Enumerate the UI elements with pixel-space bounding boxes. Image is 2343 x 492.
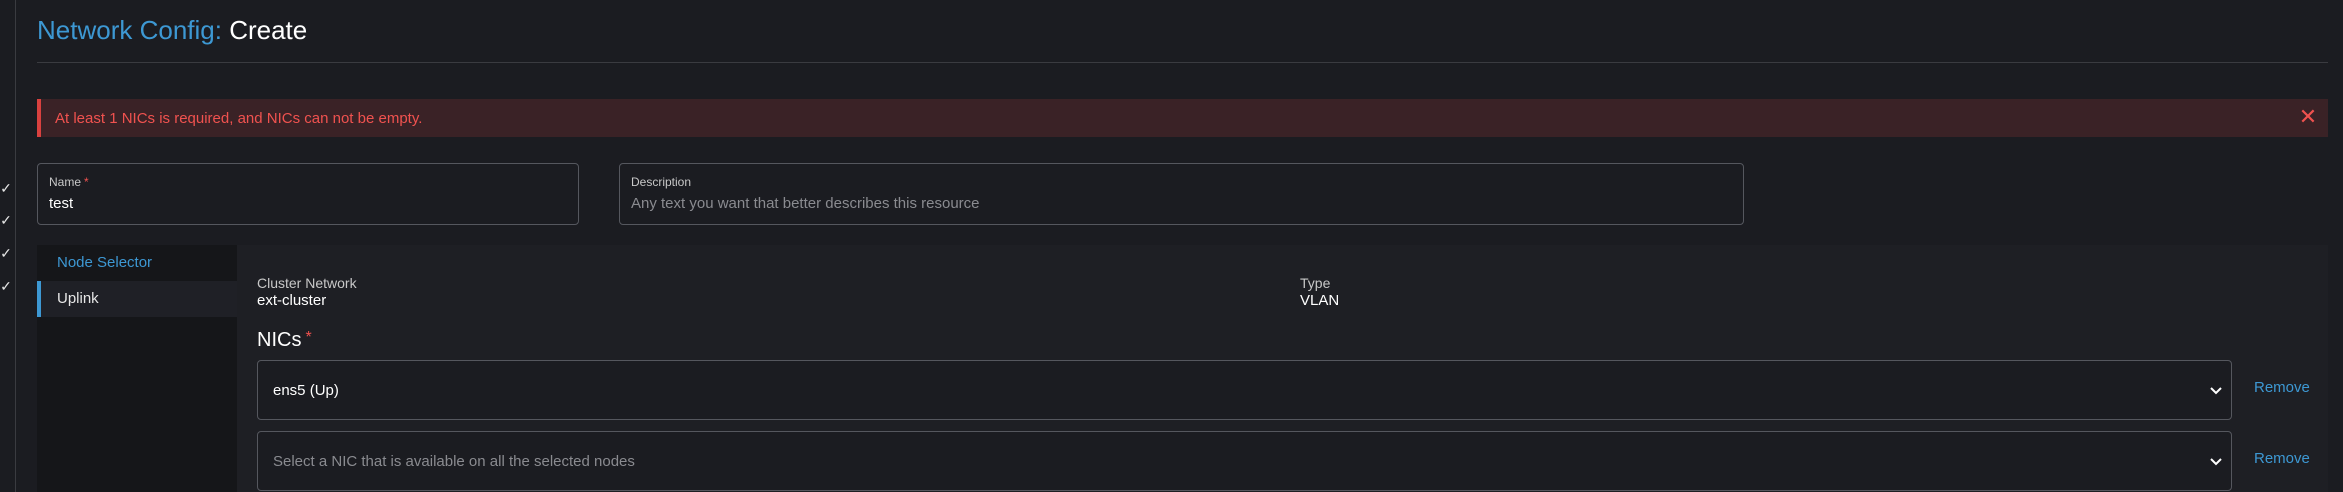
title-divider bbox=[37, 62, 2328, 63]
type-label: Type bbox=[1300, 275, 1331, 291]
type-value: VLAN bbox=[1300, 292, 1340, 309]
name-field[interactable]: Name * test bbox=[37, 163, 579, 225]
page-title: Network Config: Create bbox=[37, 14, 307, 46]
name-input-value[interactable]: test bbox=[49, 195, 73, 212]
checkmark-icon: ✓ bbox=[0, 212, 12, 228]
chevron-down-icon bbox=[2210, 458, 2222, 466]
close-icon[interactable]: ✕ bbox=[2296, 105, 2320, 129]
tab-node-selector[interactable]: Node Selector bbox=[37, 245, 237, 281]
side-nav-rail: ✓ ✓ ✓ ✓ bbox=[0, 0, 16, 492]
checkmark-icon: ✓ bbox=[0, 278, 12, 294]
checkmark-icon: ✓ bbox=[0, 245, 12, 261]
cluster-network-value: ext-cluster bbox=[257, 292, 327, 309]
tab-uplink[interactable]: Uplink bbox=[37, 281, 237, 317]
nic-select-value: ens5 (Up) bbox=[273, 382, 339, 399]
nic-select[interactable]: Select a NIC that is available on all th… bbox=[257, 431, 2232, 491]
nics-heading: NICs * bbox=[257, 329, 312, 351]
page-title-action: Create bbox=[229, 15, 308, 45]
error-banner: At least 1 NICs is required, and NICs ca… bbox=[37, 99, 2328, 137]
checkmark-icon: ✓ bbox=[0, 180, 12, 196]
description-input[interactable]: Any text you want that better describes … bbox=[631, 195, 980, 212]
description-field-label: Description bbox=[631, 175, 692, 189]
page-title-resource: Network Config: bbox=[37, 15, 222, 45]
cluster-network-label: Cluster Network bbox=[257, 275, 357, 291]
required-asterisk: * bbox=[305, 329, 312, 346]
required-asterisk: * bbox=[84, 175, 89, 189]
nic-select-placeholder: Select a NIC that is available on all th… bbox=[273, 453, 635, 470]
remove-nic-button[interactable]: Remove bbox=[2254, 450, 2310, 467]
tabs-sidebar: Node Selector Uplink bbox=[37, 245, 237, 492]
name-field-label: Name * bbox=[49, 175, 89, 189]
uplink-panel: Cluster Network ext-cluster Type VLAN NI… bbox=[237, 245, 2328, 492]
remove-nic-button[interactable]: Remove bbox=[2254, 379, 2310, 396]
description-field[interactable]: Description Any text you want that bette… bbox=[619, 163, 1744, 225]
error-message: At least 1 NICs is required, and NICs ca… bbox=[55, 110, 423, 127]
nic-select[interactable]: ens5 (Up) bbox=[257, 360, 2232, 420]
chevron-down-icon bbox=[2210, 387, 2222, 395]
